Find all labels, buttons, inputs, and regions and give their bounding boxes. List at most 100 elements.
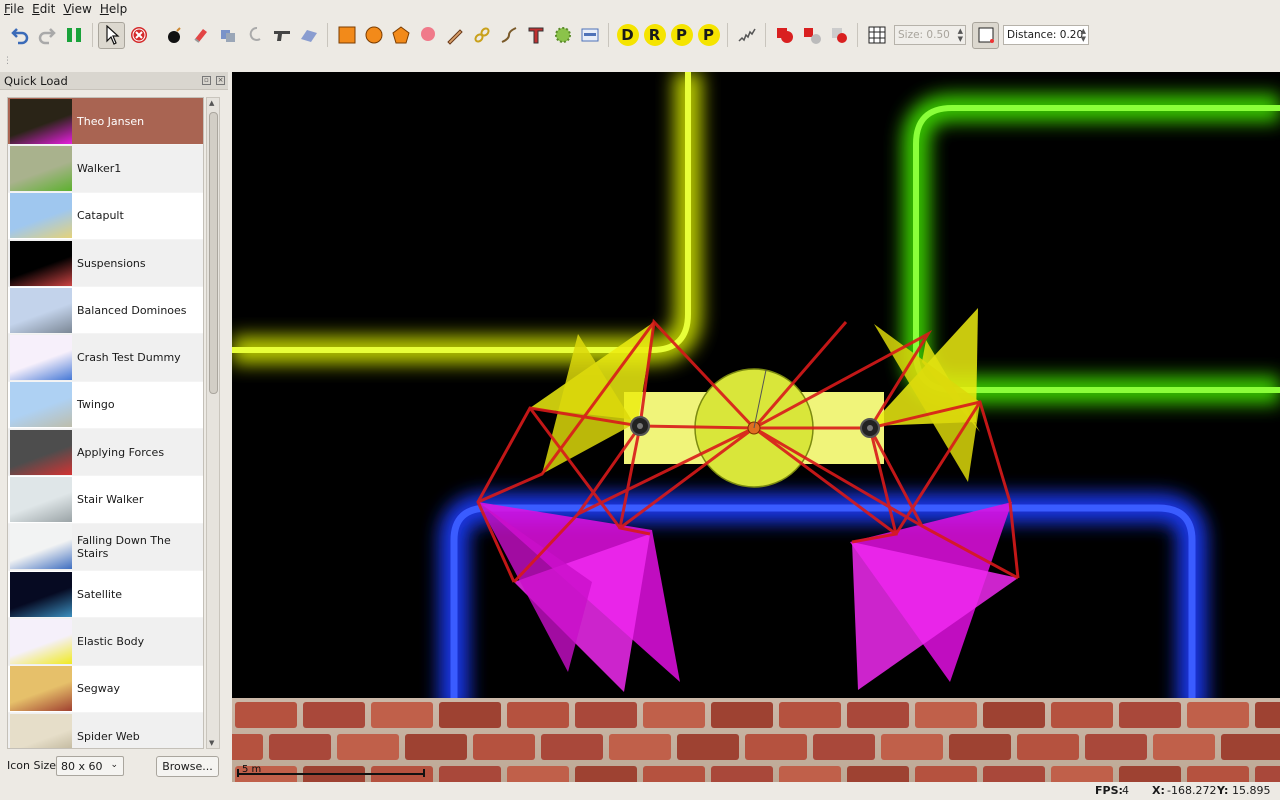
distance-field[interactable]: Distance: 0.20 ▲ ▼ bbox=[1003, 25, 1089, 45]
gear-tool-button[interactable] bbox=[549, 22, 576, 49]
list-item[interactable]: Walker1 bbox=[8, 145, 203, 193]
polygon-tool-button[interactable] bbox=[387, 22, 414, 49]
spring-tool-button[interactable] bbox=[733, 22, 760, 49]
letter-r-button[interactable]: R bbox=[641, 22, 668, 49]
quick-load-list: Theo Jansen Walker1 Catapult Suspensions Bal… bbox=[7, 97, 204, 749]
scene-thumbnail bbox=[10, 571, 72, 617]
list-scrollbar[interactable]: ▲ ▼ bbox=[206, 97, 220, 749]
scene-thumbnail bbox=[10, 240, 72, 286]
toolbar-separator bbox=[327, 23, 328, 47]
list-item[interactable]: Suspensions bbox=[8, 239, 203, 288]
bomb-tool-button[interactable] bbox=[160, 22, 187, 49]
brick-floor[interactable] bbox=[232, 698, 1280, 782]
list-item-label: Segway bbox=[77, 682, 120, 696]
icon-size-select[interactable]: 80 x 60 ⌄ bbox=[56, 756, 124, 776]
list-item[interactable]: Satellite bbox=[8, 571, 203, 619]
fps-value: 4 bbox=[1122, 784, 1129, 797]
size-field[interactable]: Size: 0.50 ▲ ▼ bbox=[894, 25, 966, 45]
curve-tool-button[interactable] bbox=[495, 22, 522, 49]
letter-p-button[interactable]: P bbox=[668, 22, 695, 49]
undo-button[interactable] bbox=[6, 22, 33, 49]
toolbar-separator bbox=[92, 23, 93, 47]
scale-label: 5 m bbox=[242, 764, 261, 775]
gear-icon bbox=[554, 27, 571, 43]
menu-view[interactable]: View bbox=[63, 2, 99, 16]
text-icon bbox=[528, 27, 543, 44]
menu-edit[interactable]: Edit bbox=[32, 2, 63, 16]
eraser-tool-button[interactable] bbox=[187, 22, 214, 49]
scroll-up-icon[interactable]: ▲ bbox=[209, 99, 214, 107]
scroll-down-icon[interactable]: ▼ bbox=[209, 739, 214, 747]
list-item-label: Twingo bbox=[77, 398, 115, 412]
list-item[interactable]: Falling Down The Stairs bbox=[8, 523, 203, 571]
widget-tool-button[interactable] bbox=[576, 22, 603, 49]
dock-title-bar: Quick Load ▫ × bbox=[0, 72, 228, 90]
letter-p2-button[interactable]: P bbox=[695, 22, 722, 49]
chain-tool-button[interactable] bbox=[468, 22, 495, 49]
grid-icon bbox=[868, 26, 885, 44]
letter-d-button[interactable]: D bbox=[614, 22, 641, 49]
circle-icon bbox=[365, 26, 382, 44]
scrollbar-thumb[interactable] bbox=[209, 112, 218, 394]
snap-toggle-button[interactable] bbox=[972, 21, 999, 49]
collision-tool-button[interactable] bbox=[214, 22, 241, 49]
grid-toggle-button[interactable] bbox=[863, 22, 890, 49]
scene-thumbnail bbox=[10, 382, 72, 428]
balloon-tool-button[interactable] bbox=[414, 22, 441, 49]
scene-thumbnail bbox=[10, 666, 72, 712]
delete-tool-button[interactable] bbox=[125, 22, 152, 49]
list-item[interactable]: Catapult bbox=[8, 193, 203, 240]
list-item[interactable]: Balanced Dominoes bbox=[8, 287, 203, 335]
list-item[interactable]: Applying Forces bbox=[8, 429, 203, 477]
x-coord-value: -168.272 bbox=[1167, 784, 1217, 797]
list-item[interactable]: Twingo bbox=[8, 382, 203, 430]
snap-icon bbox=[978, 27, 994, 43]
subtract-tool-button[interactable] bbox=[825, 22, 852, 49]
split-tool-button[interactable] bbox=[798, 22, 825, 49]
merge-tool-button[interactable] bbox=[771, 22, 798, 49]
box-icon bbox=[338, 26, 355, 44]
pen-icon bbox=[446, 29, 463, 45]
redo-button[interactable] bbox=[33, 22, 60, 49]
bomb-icon bbox=[167, 27, 181, 43]
menu-bar: File Edit View Help bbox=[0, 0, 1280, 18]
list-item-label: Crash Test Dummy bbox=[77, 351, 181, 365]
y-coord-value: 15.895 bbox=[1232, 784, 1271, 797]
icon-size-value: 80 x 60 bbox=[61, 759, 103, 773]
float-icon[interactable]: ▫ bbox=[202, 76, 211, 85]
list-item-label: Spider Web bbox=[77, 729, 140, 743]
icon-size-label: Icon Size bbox=[7, 759, 57, 772]
list-item[interactable]: Elastic Body bbox=[8, 618, 203, 666]
scene-thumbnail bbox=[10, 429, 72, 475]
browse-button[interactable]: Browse... bbox=[156, 756, 219, 777]
circle-tool-button[interactable] bbox=[360, 22, 387, 49]
simulation-canvas[interactable]: 5 m bbox=[232, 72, 1280, 782]
y-coord-label: Y: bbox=[1217, 784, 1229, 797]
pen-tool-button[interactable] bbox=[441, 22, 468, 49]
menu-file[interactable]: File bbox=[4, 2, 32, 16]
toolbar-handle-strip: ⋮ bbox=[0, 52, 1280, 72]
text-tool-button[interactable] bbox=[522, 22, 549, 49]
close-icon[interactable]: × bbox=[216, 76, 225, 85]
toolbar-separator bbox=[608, 23, 609, 47]
rope-tool-button[interactable] bbox=[241, 22, 268, 49]
gun-tool-button[interactable] bbox=[268, 22, 295, 49]
list-item[interactable]: Crash Test Dummy bbox=[8, 334, 203, 382]
balloon-icon bbox=[420, 27, 435, 41]
select-tool-button[interactable] bbox=[98, 21, 125, 49]
list-item[interactable]: Spider Web bbox=[8, 712, 203, 748]
list-item-label: Suspensions bbox=[77, 256, 146, 270]
curve-icon bbox=[501, 27, 516, 43]
polygon-icon bbox=[391, 26, 410, 44]
menu-help[interactable]: Help bbox=[100, 2, 135, 16]
list-item[interactable]: Segway bbox=[8, 666, 203, 713]
pause-button[interactable] bbox=[60, 22, 87, 49]
box-tool-button[interactable] bbox=[333, 22, 360, 49]
image-tool-button[interactable] bbox=[295, 22, 322, 49]
list-item[interactable]: Theo Jansen bbox=[8, 98, 203, 146]
letter-r-icon: R bbox=[643, 24, 666, 46]
scene-thumbnail bbox=[10, 98, 72, 144]
list-item[interactable]: Stair Walker bbox=[8, 476, 203, 524]
list-item-label: Elastic Body bbox=[77, 634, 145, 648]
scene-thumbnail bbox=[10, 335, 72, 381]
